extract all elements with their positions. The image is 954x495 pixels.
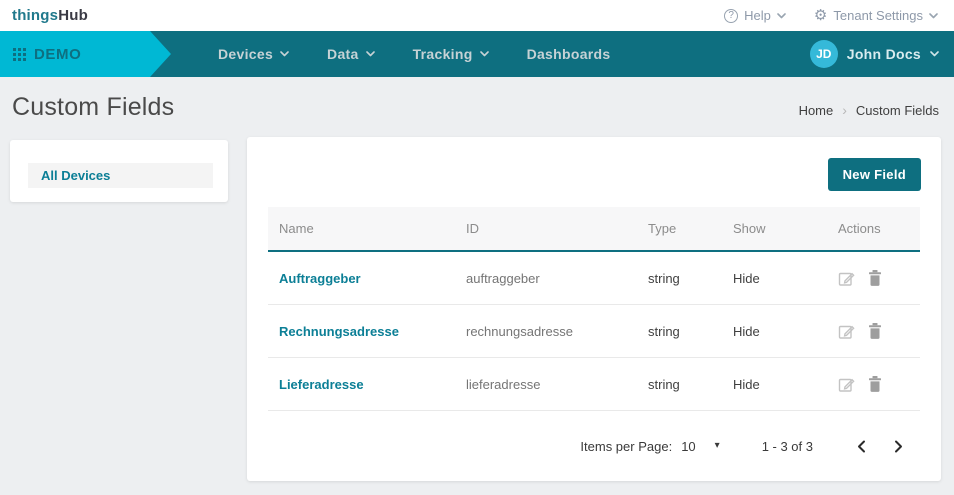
- edit-icon[interactable]: [838, 323, 855, 340]
- field-show: Hide: [722, 377, 827, 392]
- delete-icon[interactable]: [868, 323, 882, 339]
- table-row: Rechnungsadresse rechnungsadresse string…: [268, 305, 920, 358]
- column-header-actions: Actions: [827, 221, 920, 236]
- delete-icon[interactable]: [868, 376, 882, 392]
- breadcrumb-current: Custom Fields: [856, 103, 939, 118]
- nav-data-label: Data: [327, 46, 359, 62]
- field-id: lieferadresse: [455, 377, 637, 392]
- page-head: Custom Fields Home › Custom Fields: [0, 77, 954, 122]
- logo-hub: Hub: [58, 7, 88, 24]
- breadcrumb-separator-icon: ›: [842, 102, 847, 118]
- chevron-down-icon: [777, 13, 786, 19]
- delete-icon[interactable]: [868, 270, 882, 286]
- gear-icon: ⚙: [814, 8, 827, 23]
- row-actions: [827, 376, 920, 393]
- field-show: Hide: [722, 324, 827, 339]
- row-actions: [827, 323, 920, 340]
- column-header-id: ID: [455, 221, 637, 236]
- chevron-down-icon: [929, 13, 938, 19]
- help-label: Help: [744, 8, 771, 23]
- grid-icon: [13, 48, 26, 61]
- user-name: John Docs: [847, 46, 921, 62]
- nav-item-data[interactable]: Data: [327, 46, 375, 62]
- tenant-settings-menu[interactable]: ⚙ Tenant Settings: [814, 8, 938, 23]
- row-actions: [827, 270, 920, 287]
- column-header-show: Show: [722, 221, 827, 236]
- column-header-name: Name: [268, 221, 455, 236]
- custom-fields-card: New Field Name ID Type Show Actions Auft…: [247, 137, 941, 481]
- chevron-down-icon: [280, 51, 289, 57]
- table-row: Auftraggeber auftraggeber string Hide: [268, 252, 920, 305]
- table-header-row: Name ID Type Show Actions: [268, 207, 920, 252]
- field-type: string: [637, 377, 722, 392]
- field-name-link[interactable]: Auftraggeber: [268, 271, 455, 286]
- custom-fields-table: Name ID Type Show Actions Auftraggeber a…: [268, 207, 920, 411]
- nav-item-tracking[interactable]: Tracking: [413, 46, 489, 62]
- field-name-link[interactable]: Lieferadresse: [268, 377, 455, 392]
- chevron-down-icon: [366, 51, 375, 57]
- tenant-label: DEMO: [34, 46, 81, 63]
- items-per-page-label: Items per Page:: [580, 439, 672, 454]
- logo-things: things: [12, 7, 58, 24]
- nav-items: Devices Data Tracking Dashboards: [218, 46, 610, 62]
- breadcrumb-home[interactable]: Home: [799, 103, 834, 118]
- field-id: rechnungsadresse: [455, 324, 637, 339]
- top-bar: thingsHub ? Help ⚙ Tenant Settings: [0, 0, 954, 31]
- field-type: string: [637, 271, 722, 286]
- nav-dashboards-label: Dashboards: [527, 46, 611, 62]
- table-row: Lieferadresse lieferadresse string Hide: [268, 358, 920, 411]
- field-show: Hide: [722, 271, 827, 286]
- nav-item-dashboards[interactable]: Dashboards: [527, 46, 611, 62]
- nav-tracking-label: Tracking: [413, 46, 473, 62]
- table-pagination: Items per Page: 10 ▾ 1 - 3 of 3: [247, 411, 941, 481]
- topbar-menus: ? Help ⚙ Tenant Settings: [724, 8, 938, 23]
- field-type: string: [637, 324, 722, 339]
- custom-fields-page: thingsHub ? Help ⚙ Tenant Settings: [0, 0, 954, 495]
- help-icon: ?: [724, 9, 738, 23]
- page-title: Custom Fields: [12, 93, 174, 122]
- device-groups-card: All Devices: [10, 140, 228, 202]
- nav-item-devices[interactable]: Devices: [218, 46, 289, 62]
- items-per-page-select[interactable]: 10 ▾: [681, 439, 720, 454]
- user-menu[interactable]: JD John Docs: [810, 40, 939, 68]
- edit-icon[interactable]: [838, 376, 855, 393]
- chevron-down-icon: [930, 51, 939, 57]
- main-navbar: DEMO Devices Data Tracking Dashboards JD…: [0, 31, 954, 77]
- tenant-settings-label: Tenant Settings: [833, 8, 923, 23]
- next-page-icon[interactable]: [894, 440, 903, 453]
- pager-controls: [857, 440, 903, 453]
- field-name-link[interactable]: Rechnungsadresse: [268, 324, 455, 339]
- breadcrumb: Home › Custom Fields: [799, 102, 939, 118]
- new-field-button[interactable]: New Field: [828, 158, 921, 191]
- avatar: JD: [810, 40, 838, 68]
- tenant-selector[interactable]: DEMO: [0, 31, 173, 77]
- select-caret-icon: ▾: [715, 441, 720, 451]
- edit-icon[interactable]: [838, 270, 855, 287]
- pagination-range-label: 1 - 3 of 3: [762, 439, 813, 454]
- column-header-type: Type: [637, 221, 722, 236]
- items-per-page-value: 10: [681, 439, 695, 454]
- nav-devices-label: Devices: [218, 46, 273, 62]
- chevron-down-icon: [480, 51, 489, 57]
- help-menu[interactable]: ? Help: [724, 8, 786, 23]
- sidebar-item-all-devices[interactable]: All Devices: [28, 163, 213, 188]
- thingshub-logo[interactable]: thingsHub: [12, 7, 88, 24]
- field-id: auftraggeber: [455, 271, 637, 286]
- previous-page-icon[interactable]: [857, 440, 866, 453]
